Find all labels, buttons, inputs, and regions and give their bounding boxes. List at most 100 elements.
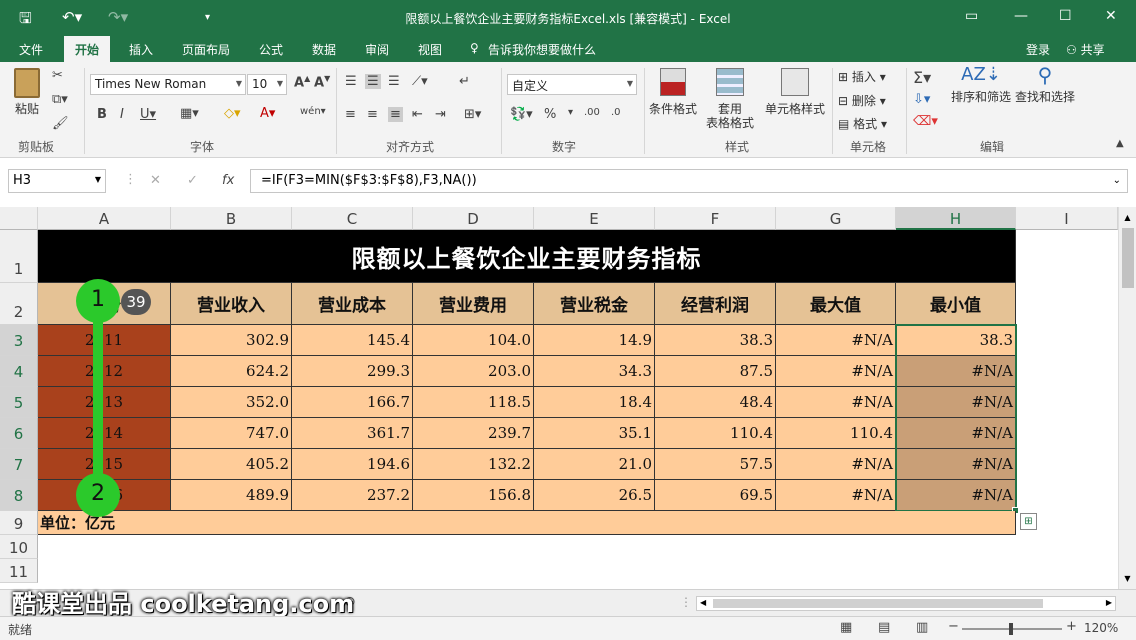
row-header[interactable]: 6 <box>0 418 38 449</box>
fill-icon[interactable]: ⇩▾ <box>913 92 930 107</box>
tab-page-layout[interactable]: 页面布局 <box>182 41 230 58</box>
h-scrollbar-thumb[interactable] <box>713 599 1043 608</box>
font-size-select[interactable]: 10 ▼ <box>247 74 287 95</box>
insert-function-icon[interactable]: fx <box>222 173 234 188</box>
italic-icon[interactable]: I <box>120 107 124 122</box>
zoom-level[interactable]: 120% <box>1084 621 1118 635</box>
data-cell[interactable]: 489.9 <box>171 480 292 511</box>
scroll-left-icon[interactable]: ◀ <box>700 598 706 607</box>
column-header[interactable]: I <box>1016 207 1118 230</box>
collapse-ribbon-icon[interactable]: ▲ <box>1116 138 1124 149</box>
tab-review[interactable]: 审阅 <box>365 41 389 58</box>
accounting-format-icon[interactable]: 💱▾ <box>510 107 533 122</box>
data-cell[interactable]: 405.2 <box>171 449 292 480</box>
data-cell[interactable]: 35.1 <box>534 418 655 449</box>
formula-input[interactable]: =IF(F3=MIN($F$3:$F$8),F3,NA()) ⌄ <box>250 169 1128 193</box>
fill-color-icon[interactable]: ◇▾ <box>224 106 241 121</box>
row-header[interactable]: 5 <box>0 387 38 418</box>
year-cell[interactable]: 2014 <box>38 418 171 449</box>
year-cell[interactable]: 2011 <box>38 325 171 356</box>
borders-icon[interactable]: ▦▾ <box>180 106 199 121</box>
expand-formula-icon[interactable]: ⌄ <box>1113 175 1121 186</box>
row-header[interactable]: 9 <box>0 511 38 535</box>
phonetic-icon[interactable]: wén▾ <box>300 106 326 117</box>
tell-me-box[interactable]: 告诉我你想要做什么 <box>488 41 596 58</box>
zoom-slider[interactable] <box>962 623 1062 635</box>
column-header[interactable]: A <box>38 207 171 230</box>
selected-cell[interactable]: #N/A <box>896 356 1016 387</box>
selected-cell[interactable]: #N/A <box>896 418 1016 449</box>
data-cell[interactable]: 166.7 <box>292 387 413 418</box>
unit-note-cell[interactable]: 单位：亿元 <box>38 511 1016 535</box>
data-cell[interactable]: 239.7 <box>413 418 534 449</box>
data-cell[interactable]: #N/A <box>776 325 896 356</box>
data-cell[interactable]: 302.9 <box>171 325 292 356</box>
maximize-icon[interactable]: ☐ <box>1059 8 1072 24</box>
data-cell[interactable]: 299.3 <box>292 356 413 387</box>
cancel-icon[interactable]: ✕ <box>150 173 161 188</box>
data-cell[interactable]: 194.6 <box>292 449 413 480</box>
row-header[interactable]: 11 <box>0 559 38 583</box>
data-cell[interactable]: #N/A <box>776 480 896 511</box>
column-header[interactable]: E <box>534 207 655 230</box>
copy-icon[interactable]: ⧉▾ <box>52 92 68 107</box>
scrollbar-thumb[interactable] <box>1121 228 1134 288</box>
tab-view[interactable]: 视图 <box>418 41 442 58</box>
header-cell[interactable]: 最大值 <box>776 283 896 325</box>
delete-cells-button[interactable]: ⊟ 删除 ▾ <box>838 94 886 108</box>
header-cell[interactable]: 经营利润 <box>655 283 776 325</box>
comma-style-icon[interactable]: ▾ <box>568 107 573 118</box>
row-header[interactable]: 10 <box>0 535 38 559</box>
row-header[interactable]: 4 <box>0 356 38 387</box>
row-header[interactable]: 1 <box>0 230 38 283</box>
enter-icon[interactable]: ✓ <box>187 173 198 188</box>
tab-data[interactable]: 数据 <box>312 41 336 58</box>
data-cell[interactable]: #N/A <box>776 449 896 480</box>
data-cell[interactable]: 156.8 <box>413 480 534 511</box>
data-cell[interactable]: 57.5 <box>655 449 776 480</box>
selected-cell[interactable]: #N/A <box>896 387 1016 418</box>
horizontal-scrollbar[interactable]: ◀ ▶ <box>696 596 1116 611</box>
header-cell[interactable]: 营业费用 <box>413 283 534 325</box>
font-name-select[interactable]: Times New Roman ▼ <box>90 74 246 95</box>
format-cells-button[interactable]: ▤ 格式 ▾ <box>838 117 887 131</box>
increase-font-icon[interactable]: A▲ <box>294 74 310 90</box>
percent-icon[interactable]: % <box>544 107 556 122</box>
page-layout-view-icon[interactable]: ▤ <box>878 620 890 635</box>
data-cell[interactable]: 38.3 <box>655 325 776 356</box>
data-cell[interactable]: #N/A <box>776 356 896 387</box>
data-cell[interactable]: 18.4 <box>534 387 655 418</box>
header-cell[interactable]: 营业税金 <box>534 283 655 325</box>
data-cell[interactable]: 352.0 <box>171 387 292 418</box>
data-cell[interactable]: 48.4 <box>655 387 776 418</box>
cut-icon[interactable]: ✂ <box>52 68 63 83</box>
data-cell[interactable]: 118.5 <box>413 387 534 418</box>
vertical-scrollbar[interactable]: ▲ ▼ <box>1118 207 1136 589</box>
page-break-view-icon[interactable]: ▥ <box>916 620 928 635</box>
sign-in-link[interactable]: 登录 <box>1026 41 1050 58</box>
row-header[interactable]: 2 <box>0 283 38 325</box>
zoom-out-icon[interactable]: − <box>948 619 959 634</box>
format-painter-icon[interactable]: 🖌 <box>52 116 69 131</box>
data-cell[interactable]: 203.0 <box>413 356 534 387</box>
cell-styles-button[interactable]: 单元格样式 <box>762 68 828 116</box>
ribbon-display-icon[interactable]: ▭ <box>965 8 978 24</box>
tab-formulas[interactable]: 公式 <box>259 41 283 58</box>
bold-icon[interactable]: B <box>97 107 107 122</box>
name-box[interactable]: H3 ▼ <box>8 169 106 193</box>
data-cell[interactable]: 110.4 <box>655 418 776 449</box>
tab-file[interactable]: 文件 <box>19 41 43 58</box>
increase-indent-icon[interactable]: ⇥ <box>435 107 446 122</box>
quick-analysis-icon[interactable]: ⊞ <box>1020 513 1037 530</box>
data-cell[interactable]: 361.7 <box>292 418 413 449</box>
decrease-indent-icon[interactable]: ⇤ <box>412 107 423 122</box>
data-cell[interactable]: 132.2 <box>413 449 534 480</box>
data-cell[interactable]: 14.9 <box>534 325 655 356</box>
column-header-selected[interactable]: H <box>896 207 1016 230</box>
align-top-icon[interactable]: ☰ <box>345 74 357 89</box>
row-header[interactable]: 8 <box>0 480 38 511</box>
close-icon[interactable]: ✕ <box>1105 8 1117 24</box>
column-header[interactable]: C <box>292 207 413 230</box>
select-all-corner[interactable] <box>0 207 38 230</box>
row-header[interactable]: 3 <box>0 325 38 356</box>
